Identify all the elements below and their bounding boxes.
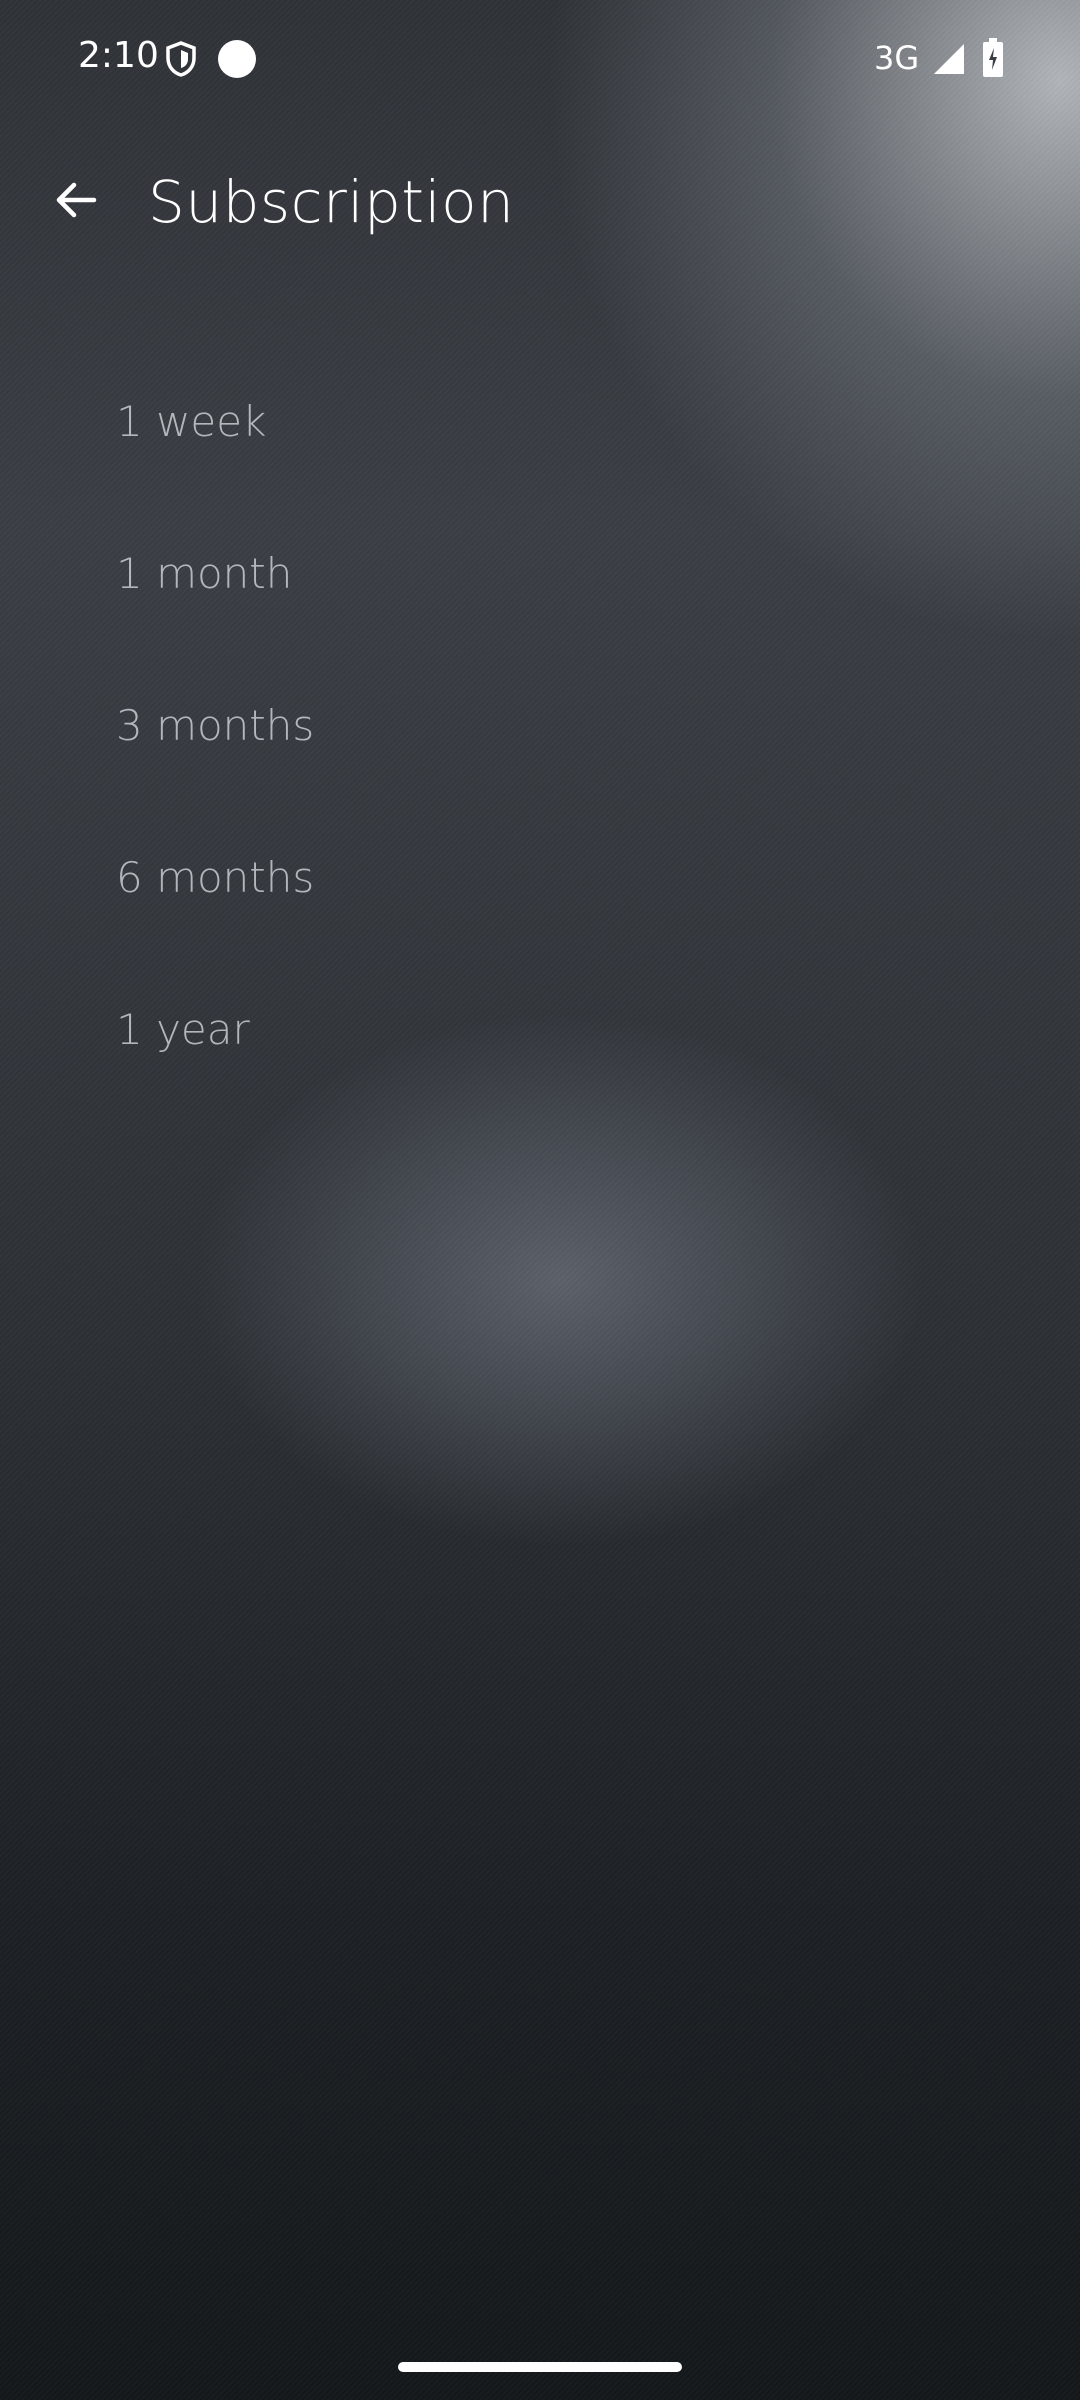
option-label: 3 months [116, 701, 315, 750]
option-label: 6 months [116, 853, 315, 902]
option-label: 1 week [116, 397, 267, 446]
option-1-month[interactable]: 1 month [0, 502, 1080, 654]
page-title: Subscription [148, 168, 515, 236]
gesture-nav-handle[interactable] [398, 2362, 682, 2372]
network-type: 3G [874, 39, 920, 77]
status-time: 2:10 [78, 35, 159, 76]
option-6-months[interactable]: 6 months [0, 806, 1080, 958]
battery-icon [982, 38, 1004, 78]
option-1-year[interactable]: 1 year [0, 958, 1080, 1110]
status-bar: 2:10 3G [0, 0, 1080, 118]
shield-icon [164, 40, 198, 78]
option-label: 1 month [116, 549, 293, 598]
subscription-options-list: 1 week 1 month 3 months 6 months 1 year [0, 350, 1080, 1110]
app-bar: Subscription [0, 140, 1080, 268]
back-button[interactable] [34, 160, 118, 244]
signal-icon [932, 42, 966, 76]
option-1-week[interactable]: 1 week [0, 350, 1080, 502]
arrow-back-icon [52, 176, 100, 228]
option-label: 1 year [116, 1005, 250, 1054]
option-3-months[interactable]: 3 months [0, 654, 1080, 806]
notification-dot-icon [218, 40, 256, 78]
